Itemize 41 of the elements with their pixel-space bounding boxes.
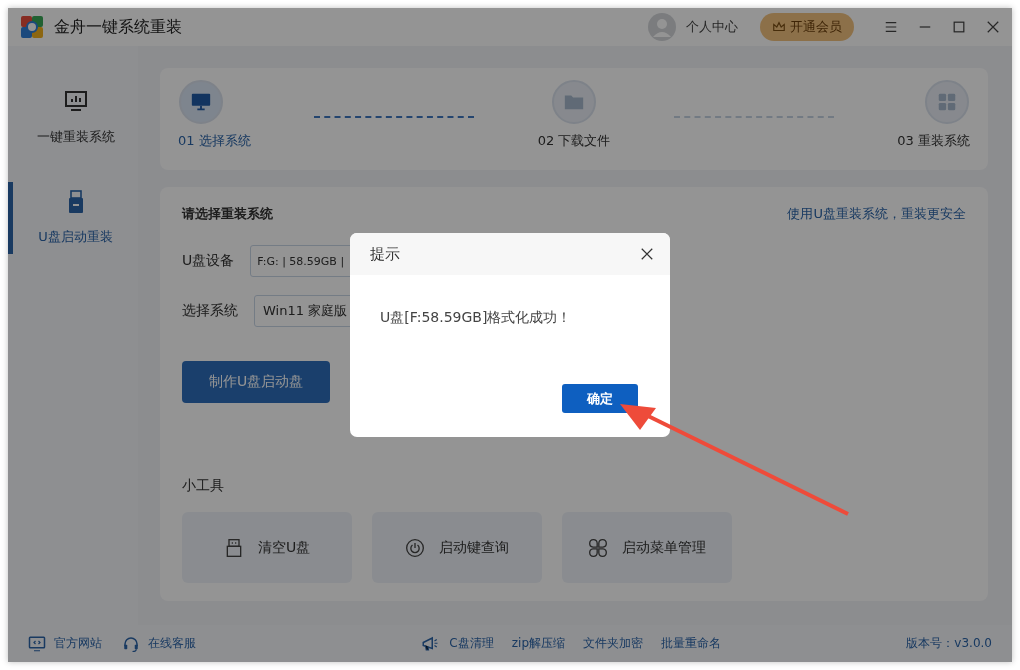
- step-label: 02 下载文件: [537, 132, 611, 150]
- user-center-link[interactable]: 个人中心: [686, 18, 738, 36]
- section-heading: 请选择重装系统: [182, 205, 273, 223]
- app-logo-icon: [20, 15, 44, 39]
- section-heading: 小工具: [182, 477, 224, 495]
- step-label: 03 重装系统: [897, 132, 970, 150]
- close-icon[interactable]: [986, 20, 1000, 34]
- step-label: 01 选择系统: [178, 132, 251, 150]
- field-label: 选择系统: [182, 302, 238, 320]
- dialog-message: U盘[F:58.59GB]格式化成功！: [380, 309, 572, 327]
- tool-button[interactable]: 清空U盘: [182, 512, 352, 583]
- close-icon[interactable]: [640, 247, 654, 261]
- footer-link[interactable]: 官方网站: [28, 634, 102, 653]
- footer-tool-link[interactable]: C盘清理: [449, 635, 494, 652]
- window-title: 金舟一键系统重装: [54, 16, 182, 38]
- power-icon: [405, 537, 425, 558]
- menu-icon[interactable]: [884, 20, 898, 34]
- footer-tool-link[interactable]: 文件夹加密: [583, 635, 643, 652]
- dialog-title: 提示: [370, 244, 400, 264]
- monitor-code-icon: [28, 634, 46, 653]
- crown-icon: [772, 20, 786, 34]
- headset-icon: [122, 634, 140, 653]
- footer-link[interactable]: 在线客服: [122, 634, 196, 653]
- clover-icon: [588, 537, 608, 558]
- usb-tip-link[interactable]: 使用U盘重装系统，重装更安全: [787, 205, 966, 223]
- sidebar-item[interactable]: U盘启动重装: [8, 182, 138, 254]
- make-boot-disk-button[interactable]: 制作U盘启动盘: [182, 361, 330, 403]
- footer-tool-link[interactable]: 批量重命名: [661, 635, 721, 652]
- tool-button[interactable]: 启动菜单管理: [562, 512, 732, 583]
- megaphone-icon[interactable]: [421, 634, 440, 653]
- maximize-icon[interactable]: [952, 20, 966, 34]
- grid-icon: [936, 91, 958, 113]
- monitor-icon: [190, 91, 212, 113]
- footer-tool-link[interactable]: zip解压缩: [511, 635, 565, 652]
- sidebar-item[interactable]: 一键重装系统: [8, 82, 138, 154]
- tool-button[interactable]: 启动键查询: [372, 512, 542, 583]
- version-label: 版本号：v3.0.0: [906, 635, 992, 652]
- confirm-button[interactable]: 确定: [562, 384, 638, 413]
- monitor-chart-icon: [63, 90, 88, 114]
- vip-button[interactable]: 开通会员: [760, 13, 854, 41]
- field-label: U盘设备: [182, 252, 235, 270]
